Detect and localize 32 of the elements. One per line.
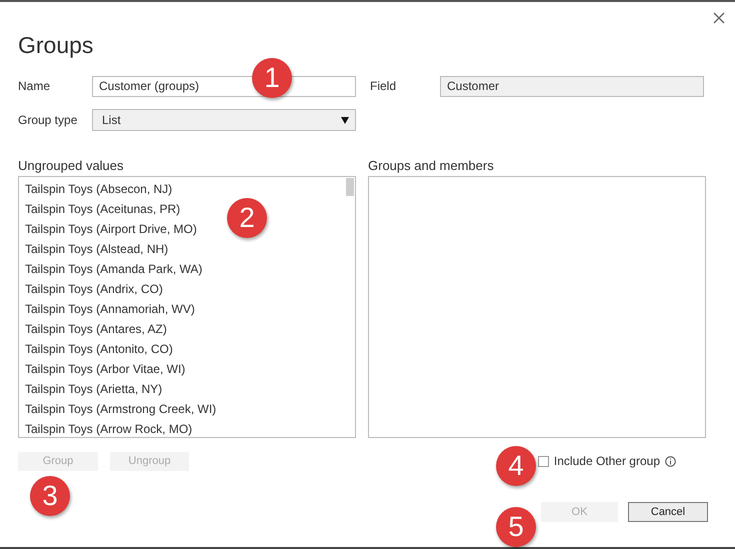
field-label: Group type bbox=[18, 112, 78, 129]
list-item[interactable]: Tailspin Toys (Arrow Rock, MO) bbox=[19, 419, 198, 439]
scrollbar-thumb[interactable] bbox=[346, 178, 354, 196]
group-type-dropdown[interactable]: List bbox=[92, 109, 356, 131]
dialog-title: Groups bbox=[18, 31, 94, 60]
list-item[interactable]: Tailspin Toys (Aceitunas, PR) bbox=[19, 199, 186, 219]
checkbox-label: Include Other group bbox=[554, 453, 660, 470]
list-item[interactable]: Tailspin Toys (Armstrong Creek, WI) bbox=[19, 399, 222, 419]
callout-marker: 4 bbox=[496, 446, 536, 486]
field-label: Field bbox=[370, 78, 398, 95]
callout-marker: 5 bbox=[496, 507, 536, 547]
section-heading: Ungrouped values bbox=[18, 157, 125, 175]
list-item[interactable]: Tailspin Toys (Alstead, NH) bbox=[19, 239, 174, 259]
list-item[interactable]: Tailspin Toys (Andrix, CO) bbox=[19, 279, 169, 299]
close-icon bbox=[711, 10, 727, 26]
caret-icon bbox=[341, 116, 349, 124]
list-item[interactable]: Tailspin Toys (Annamoriah, WV) bbox=[19, 299, 201, 319]
list-item[interactable]: Tailspin Toys (Antares, AZ) bbox=[19, 319, 173, 339]
callout-marker: 3 bbox=[30, 476, 70, 516]
info-icon[interactable] bbox=[665, 456, 676, 466]
checkbox[interactable] bbox=[538, 456, 549, 466]
list-item[interactable]: Tailspin Toys (Arietta, NY) bbox=[19, 379, 168, 399]
list-item[interactable]: Tailspin Toys (Absecon, NJ) bbox=[19, 179, 178, 199]
callout-marker: 2 bbox=[227, 198, 267, 238]
list-item[interactable]: Tailspin Toys (Amanda Park, WA) bbox=[19, 259, 208, 279]
list-item[interactable]: Tailspin Toys (Arbor Vitae, WI) bbox=[19, 359, 192, 379]
dialog-button[interactable]: Cancel bbox=[628, 502, 708, 522]
callout-marker: 1 bbox=[252, 58, 292, 98]
list-item[interactable]: Tailspin Toys (Airport Drive, MO) bbox=[19, 219, 203, 239]
list-item[interactable]: Tailspin Toys (Antonito, CO) bbox=[19, 339, 179, 359]
section-heading: Groups and members bbox=[368, 157, 495, 175]
field-label: Name bbox=[18, 78, 52, 95]
